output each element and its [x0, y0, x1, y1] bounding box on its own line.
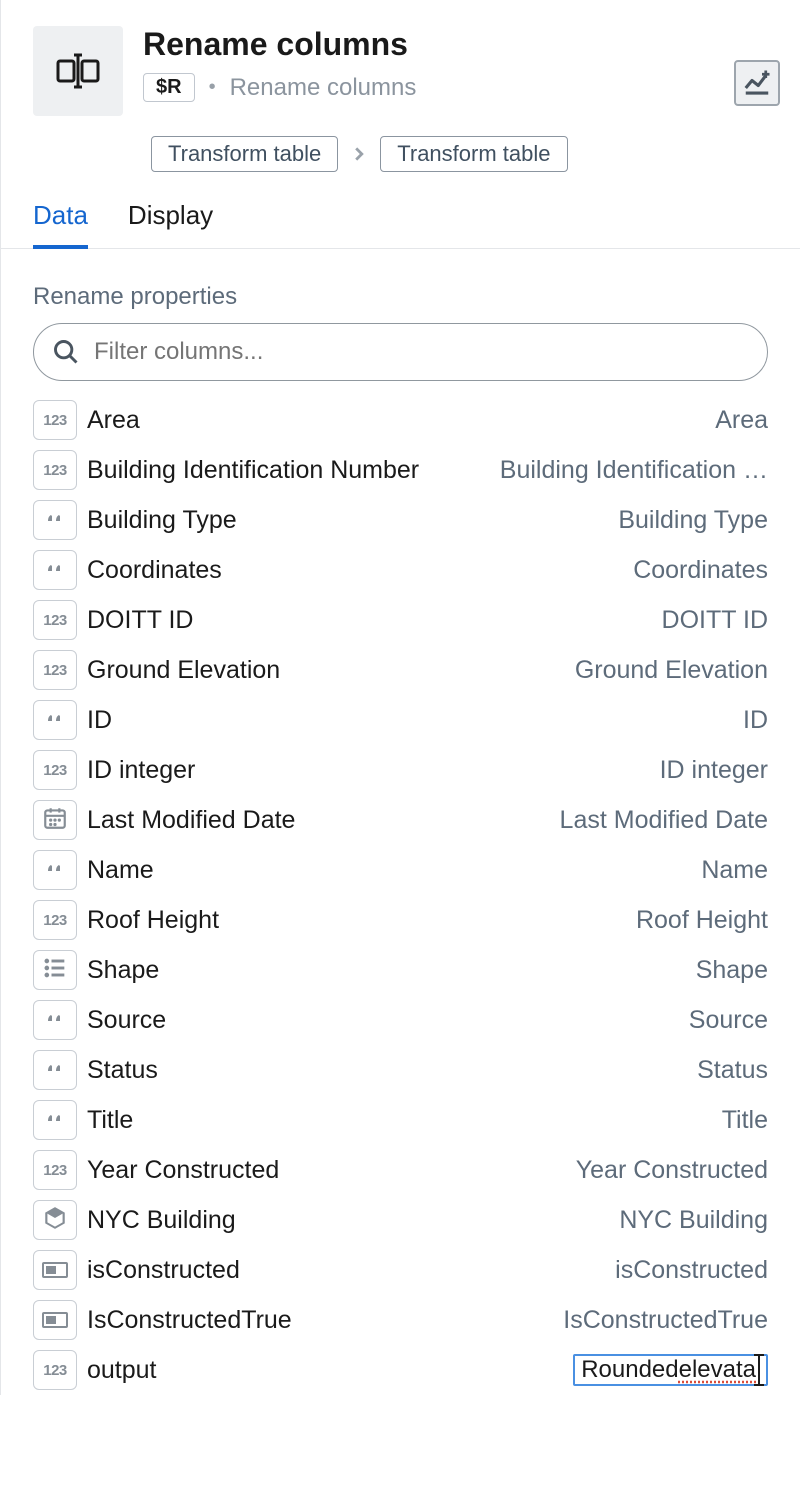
column-row[interactable]: 123 Roof Height Roof Height	[33, 895, 768, 945]
column-target[interactable]: Rounded elevata	[573, 1354, 768, 1386]
column-target[interactable]: Last Modified Date	[560, 806, 768, 835]
column-row[interactable]: 123 ID integer ID integer	[33, 745, 768, 795]
column-target[interactable]: Building Type	[618, 506, 768, 535]
column-target[interactable]: Coordinates	[633, 556, 768, 585]
string-type-icon	[33, 1000, 77, 1040]
string-type-icon	[33, 500, 77, 540]
chevron-right-icon	[352, 140, 366, 168]
column-target[interactable]: Building Identification …	[500, 456, 768, 485]
column-row[interactable]: 123 output Rounded elevata	[33, 1345, 768, 1395]
column-name: Title	[87, 1106, 133, 1135]
number-type-icon: 123	[33, 900, 77, 940]
column-row[interactable]: NYC Building NYC Building	[33, 1195, 768, 1245]
column-target[interactable]: Roof Height	[636, 906, 768, 935]
string-type-icon	[33, 1100, 77, 1140]
date-type-icon	[33, 800, 77, 840]
column-row[interactable]: isConstructed isConstructed	[33, 1245, 768, 1295]
column-name: Status	[87, 1056, 158, 1085]
column-row[interactable]: 123 Area Area	[33, 395, 768, 445]
column-name: isConstructed	[87, 1256, 240, 1285]
subtitle-text: Rename columns	[230, 74, 417, 102]
column-row[interactable]: ID ID	[33, 695, 768, 745]
boolean-type-icon	[33, 1250, 77, 1290]
number-type-icon: 123	[33, 600, 77, 640]
number-type-icon: 123	[33, 450, 77, 490]
column-target[interactable]: Shape	[696, 956, 768, 985]
column-row[interactable]: Shape Shape	[33, 945, 768, 995]
dot-separator: •	[209, 76, 216, 99]
text-cursor-icon	[758, 1356, 760, 1384]
tab-data[interactable]: Data	[33, 200, 88, 249]
column-target[interactable]: Source	[689, 1006, 768, 1035]
column-target[interactable]: IsConstructedTrue	[563, 1306, 768, 1335]
column-target[interactable]: isConstructed	[615, 1256, 768, 1285]
column-target[interactable]: ID integer	[660, 756, 768, 785]
column-target[interactable]: DOITT ID	[662, 606, 768, 635]
number-type-icon: 123	[33, 650, 77, 690]
column-name: Name	[87, 856, 154, 885]
breadcrumb: Transform table Transform table	[1, 124, 800, 190]
boolean-type-icon	[33, 1300, 77, 1340]
column-name: Building Type	[87, 506, 237, 535]
page-title: Rename columns	[143, 26, 734, 63]
string-type-icon	[33, 850, 77, 890]
column-target[interactable]: NYC Building	[619, 1206, 768, 1235]
object-type-icon	[33, 1200, 77, 1240]
string-type-icon	[33, 550, 77, 590]
section-label: Rename properties	[1, 249, 800, 323]
column-name: ID integer	[87, 756, 195, 785]
filter-columns-input[interactable]	[94, 338, 749, 366]
column-row[interactable]: 123 Year Constructed Year Constructed	[33, 1145, 768, 1195]
column-row[interactable]: Coordinates Coordinates	[33, 545, 768, 595]
number-type-icon: 123	[33, 400, 77, 440]
column-name: DOITT ID	[87, 606, 193, 635]
column-name: Roof Height	[87, 906, 219, 935]
column-row[interactable]: 123 Building Identification Number Buildin…	[33, 445, 768, 495]
column-name: Ground Elevation	[87, 656, 280, 685]
filter-columns-box[interactable]	[33, 323, 768, 381]
column-target[interactable]: ID	[743, 706, 768, 735]
column-target[interactable]: Ground Elevation	[575, 656, 768, 685]
column-row[interactable]: Building Type Building Type	[33, 495, 768, 545]
column-name: Area	[87, 406, 140, 435]
column-name: Building Identification Number	[87, 456, 419, 485]
column-row[interactable]: Last Modified Date Last Modified Date	[33, 795, 768, 845]
r-badge: $R	[143, 73, 195, 102]
column-name: Year Constructed	[87, 1156, 279, 1185]
chart-button[interactable]	[734, 60, 780, 106]
column-target[interactable]: Title	[722, 1106, 768, 1135]
column-row[interactable]: IsConstructedTrue IsConstructedTrue	[33, 1295, 768, 1345]
rename-columns-icon	[33, 26, 123, 116]
column-row[interactable]: 123 Ground Elevation Ground Elevation	[33, 645, 768, 695]
number-type-icon: 123	[33, 750, 77, 790]
number-type-icon: 123	[33, 1150, 77, 1190]
column-name: NYC Building	[87, 1206, 236, 1235]
column-name: Source	[87, 1006, 166, 1035]
column-row[interactable]: Title Title	[33, 1095, 768, 1145]
chart-plus-icon	[742, 68, 772, 98]
number-type-icon: 123	[33, 1350, 77, 1390]
string-type-icon	[33, 700, 77, 740]
column-name: Coordinates	[87, 556, 222, 585]
column-row[interactable]: Status Status	[33, 1045, 768, 1095]
column-name: Shape	[87, 956, 159, 985]
column-name: Last Modified Date	[87, 806, 295, 835]
column-name: output	[87, 1356, 157, 1385]
column-target[interactable]: Name	[701, 856, 768, 885]
column-target[interactable]: Area	[715, 406, 768, 435]
string-type-icon	[33, 1050, 77, 1090]
breadcrumb-item[interactable]: Transform table	[151, 136, 338, 172]
breadcrumb-item[interactable]: Transform table	[380, 136, 567, 172]
search-icon	[52, 338, 80, 366]
column-name: IsConstructedTrue	[87, 1306, 292, 1335]
column-row[interactable]: 123 DOITT ID DOITT ID	[33, 595, 768, 645]
list-type-icon	[33, 950, 77, 990]
column-row[interactable]: Name Name	[33, 845, 768, 895]
column-row[interactable]: Source Source	[33, 995, 768, 1045]
column-name: ID	[87, 706, 112, 735]
column-target[interactable]: Year Constructed	[576, 1156, 768, 1185]
column-target[interactable]: Status	[697, 1056, 768, 1085]
tab-display[interactable]: Display	[128, 200, 213, 248]
